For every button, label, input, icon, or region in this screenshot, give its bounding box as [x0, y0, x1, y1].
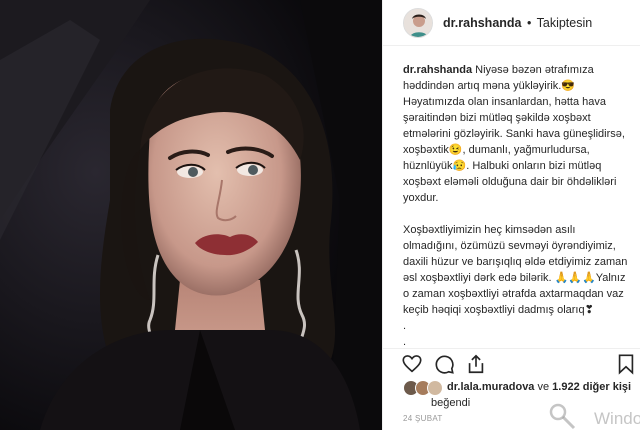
- likes-suffix: beğendi: [431, 397, 471, 409]
- post-details-panel: dr.rahshanda • Takiptesin dr.rahshanda N…: [382, 0, 640, 430]
- username-link[interactable]: dr.rahshanda: [443, 16, 522, 30]
- portrait-image: [0, 0, 382, 430]
- action-bar: [383, 348, 640, 378]
- watermark-icon: [549, 403, 576, 430]
- heart-icon[interactable]: [401, 353, 423, 375]
- caption-dot: .: [403, 336, 407, 348]
- separator-dot: •: [526, 15, 532, 30]
- liker-username-link[interactable]: dr.lala.muradova: [447, 381, 534, 393]
- caption-username-link[interactable]: dr.rahshanda: [403, 64, 472, 76]
- likes-connector: ve: [534, 381, 553, 393]
- windows-watermark: Windo: [548, 402, 640, 430]
- post-photo[interactable]: [0, 0, 382, 430]
- post-date[interactable]: 24 ŞUBAT: [403, 414, 443, 423]
- header-text: dr.rahshanda • Takiptesin: [443, 16, 592, 30]
- follow-status[interactable]: Takiptesin: [537, 16, 593, 30]
- caption-dot: .: [403, 320, 407, 332]
- watermark-text: Windo: [594, 409, 640, 428]
- caption-text-1: Niyəsə bəzən ətrafımıza həddindən artıq …: [403, 64, 625, 204]
- comment-icon[interactable]: [433, 353, 455, 375]
- avatar: [427, 380, 443, 396]
- caption-paragraph-2: Xoşbəxtliyimizin heç kimsədən asılı olma…: [403, 224, 628, 316]
- caption-paragraph-1: dr.rahshanda Niyəsə bəzən ətrafımıza həd…: [403, 62, 631, 206]
- bookmark-icon[interactable]: [615, 353, 637, 375]
- share-icon[interactable]: [465, 353, 487, 375]
- liker-avatars[interactable]: [403, 380, 445, 396]
- others-likes-link[interactable]: 1.922 diğer kişi: [552, 381, 631, 393]
- likes-text: dr.lala.muradova ve 1.922 diğer kişi: [447, 380, 639, 394]
- caption-gap: [403, 206, 631, 222]
- avatar[interactable]: [403, 7, 433, 38]
- post-caption: dr.rahshanda Niyəsə bəzən ətrafımıza həd…: [403, 62, 631, 348]
- post-header: dr.rahshanda • Takiptesin: [383, 0, 640, 46]
